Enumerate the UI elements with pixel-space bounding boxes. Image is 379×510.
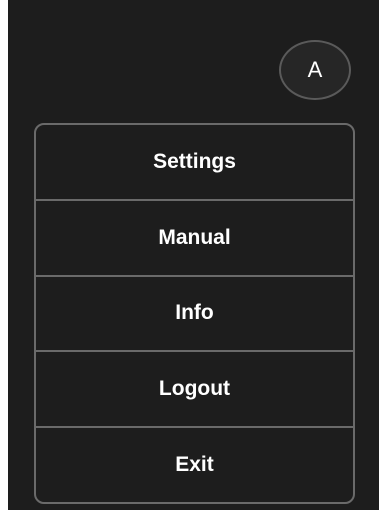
menu-item-logout[interactable]: Logout xyxy=(36,352,353,429)
menu-item-settings[interactable]: Settings xyxy=(36,125,353,201)
avatar-initial: A xyxy=(307,57,323,82)
menu-item-label: Info xyxy=(175,301,214,325)
avatar-button[interactable]: A xyxy=(279,40,351,100)
menu-item-label: Exit xyxy=(175,453,214,477)
menu-item-label: Logout xyxy=(158,377,231,401)
app-panel: A Settings Manual Info Logout Exit xyxy=(8,0,379,510)
menu-item-info[interactable]: Info xyxy=(36,277,353,353)
user-menu: Settings Manual Info Logout Exit xyxy=(34,123,355,504)
menu-item-manual[interactable]: Manual xyxy=(36,201,353,277)
menu-item-label: Manual xyxy=(158,225,231,249)
menu-item-exit[interactable]: Exit xyxy=(36,428,353,502)
menu-item-label: Settings xyxy=(153,149,236,173)
